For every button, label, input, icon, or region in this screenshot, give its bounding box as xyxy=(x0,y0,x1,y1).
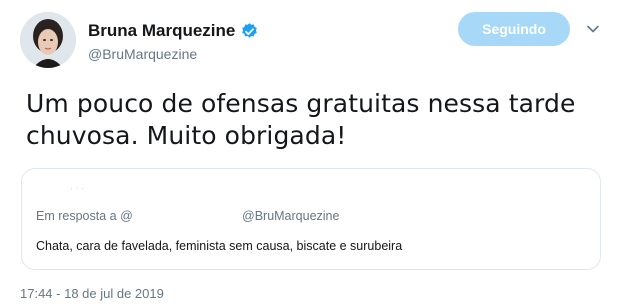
avatar[interactable] xyxy=(20,12,76,68)
author-handle[interactable]: @BruMarquezine xyxy=(88,46,259,62)
tweet-text-line-2: chuvosa. Muito obrigada! xyxy=(26,121,347,150)
quoted-tweet-card[interactable]: · · · Em resposta a @ @BruMarquezine Cha… xyxy=(21,168,601,270)
tweet-text-line-1: Um pouco de ofensas gratuitas nessa tard… xyxy=(26,89,576,118)
redacted-header: · · · xyxy=(70,183,84,193)
tweet-timestamp[interactable]: 17:44 - 18 de jul de 2019 xyxy=(20,286,164,301)
chevron-down-icon[interactable] xyxy=(586,22,600,36)
reply-mention-link[interactable]: @BruMarquezine xyxy=(242,209,339,223)
author-info: Bruna Marquezine @BruMarquezine xyxy=(88,20,259,62)
display-name[interactable]: Bruna Marquezine xyxy=(88,21,235,41)
reply-context: Em resposta a @ xyxy=(36,209,133,223)
following-button[interactable]: Seguindo xyxy=(458,12,570,46)
quoted-tweet-text: Chata, cara de favelada, feminista sem c… xyxy=(36,239,403,253)
tweet-text: Um pouco de ofensas gratuitas nessa tard… xyxy=(26,88,606,152)
verified-badge-icon xyxy=(240,22,259,41)
